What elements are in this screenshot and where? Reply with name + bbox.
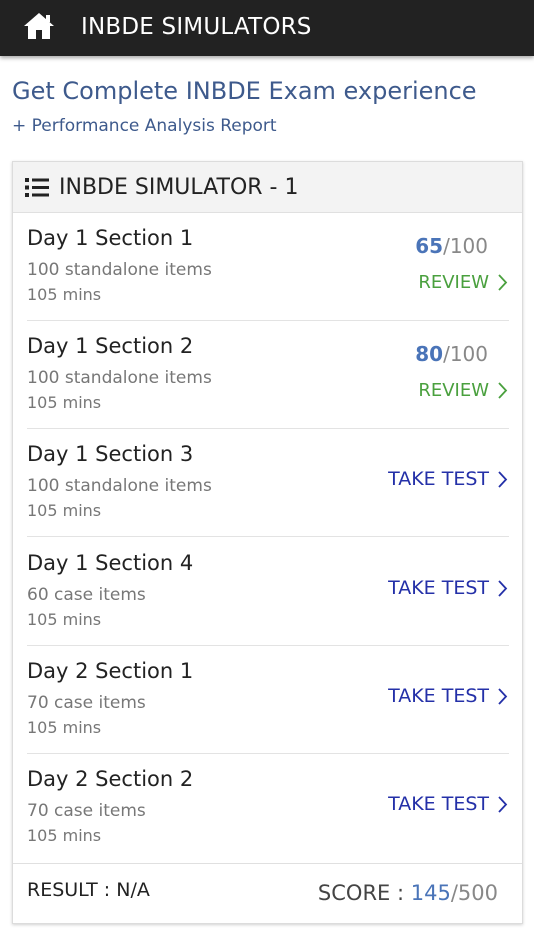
review-label: REVIEW (418, 272, 489, 293)
section-row[interactable]: Day 2 Section 1 70 case items 105 mins T… (13, 646, 522, 754)
review-button[interactable]: REVIEW (418, 272, 508, 293)
section-title: Day 1 Section 2 (27, 334, 194, 358)
total-score-max: /500 (450, 881, 498, 905)
score-label: SCORE : (317, 881, 411, 905)
section-title: Day 1 Section 1 (27, 226, 194, 250)
promo-title-link[interactable]: Get Complete INBDE Exam experience (12, 77, 477, 105)
section-duration: 105 mins (27, 501, 102, 520)
home-icon[interactable] (22, 11, 56, 41)
section-duration: 105 mins (27, 393, 102, 412)
take-test-label: TAKE TEST (388, 685, 489, 707)
promo-subtitle[interactable]: + Performance Analysis Report (12, 116, 277, 136)
take-test-button[interactable]: TAKE TEST (388, 793, 508, 815)
simulator-card-header: INBDE SIMULATOR - 1 (13, 162, 522, 213)
section-items: 100 standalone items (27, 368, 212, 388)
result-label: RESULT : N/A (27, 879, 150, 901)
section-score: 65/100 (415, 234, 488, 258)
chevron-right-icon (498, 795, 508, 813)
chevron-right-icon (498, 382, 508, 399)
section-duration: 105 mins (27, 285, 102, 304)
review-button[interactable]: REVIEW (418, 380, 508, 401)
result-footer: RESULT : N/A SCORE : 145/500 (13, 863, 522, 923)
top-app-bar: INBDE SIMULATORS (0, 0, 534, 56)
take-test-label: TAKE TEST (388, 468, 489, 490)
take-test-label: TAKE TEST (388, 577, 489, 599)
score-max: /100 (443, 342, 488, 366)
score-max: /100 (443, 234, 488, 258)
section-title: Day 2 Section 2 (27, 767, 194, 791)
chevron-right-icon (498, 579, 508, 597)
simulator-title: INBDE SIMULATOR - 1 (59, 175, 299, 200)
section-items: 60 case items (27, 585, 146, 605)
section-duration: 105 mins (27, 718, 102, 737)
section-items: 100 standalone items (27, 260, 212, 280)
section-items: 100 standalone items (27, 476, 212, 496)
total-score: SCORE : 145/500 (318, 881, 498, 905)
section-row[interactable]: Day 1 Section 3 100 standalone items 105… (13, 429, 522, 537)
section-title: Day 1 Section 3 (27, 442, 194, 466)
section-row[interactable]: Day 2 Section 2 70 case items 105 mins T… (13, 754, 522, 862)
take-test-label: TAKE TEST (388, 793, 489, 815)
review-label: REVIEW (418, 380, 489, 401)
section-title: Day 2 Section 1 (27, 659, 194, 683)
app-title: INBDE SIMULATORS (81, 14, 312, 40)
row-divider (27, 536, 509, 537)
section-items: 70 case items (27, 801, 146, 821)
take-test-button[interactable]: TAKE TEST (388, 685, 508, 707)
chevron-right-icon (498, 470, 508, 488)
take-test-button[interactable]: TAKE TEST (388, 577, 508, 599)
section-duration: 105 mins (27, 826, 102, 845)
section-title: Day 1 Section 4 (27, 551, 194, 575)
section-row[interactable]: Day 1 Section 4 60 case items 105 mins T… (13, 538, 522, 646)
simulator-card: INBDE SIMULATOR - 1 Day 1 Section 1 100 … (12, 161, 523, 924)
take-test-button[interactable]: TAKE TEST (388, 468, 508, 490)
chevron-right-icon (498, 687, 508, 705)
total-score-value: 145 (410, 881, 451, 905)
section-score: 80/100 (415, 342, 488, 366)
section-row[interactable]: Day 1 Section 1 100 standalone items 105… (13, 213, 522, 321)
list-icon (25, 178, 49, 197)
section-items: 70 case items (27, 693, 146, 713)
chevron-right-icon (498, 274, 508, 291)
score-value: 65 (415, 234, 444, 258)
score-value: 80 (415, 342, 444, 366)
section-row[interactable]: Day 1 Section 2 100 standalone items 105… (13, 321, 522, 429)
section-duration: 105 mins (27, 610, 102, 629)
